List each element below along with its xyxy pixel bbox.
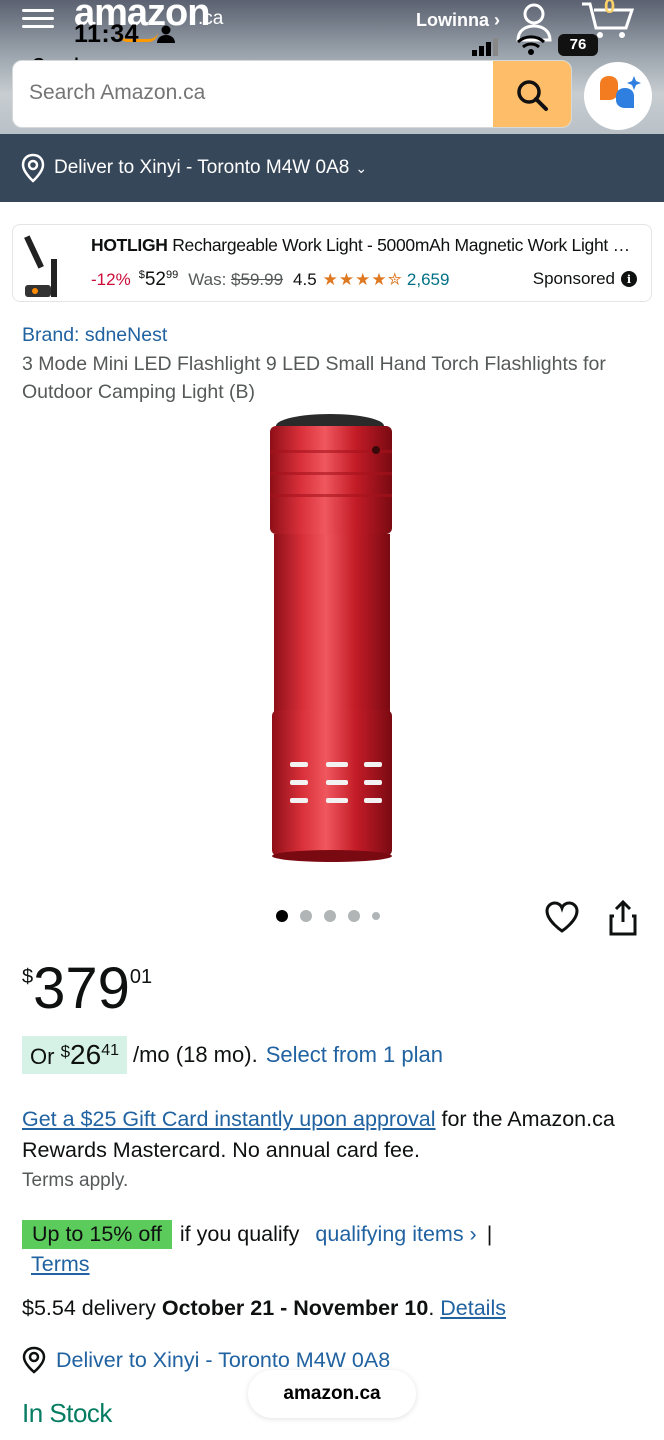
sponsored-title-text: Rechargeable Work Light - 5000mAh Magnet… — [167, 235, 639, 255]
sponsored-price-row: -12% $5299 Was: $59.99 4.5 ★★★★✮ 2,659 — [91, 269, 449, 291]
search-icon — [517, 80, 548, 111]
sponsored-title[interactable]: HOTLIGH Rechargeable Work Light - 5000mA… — [91, 235, 639, 256]
carousel-dot[interactable] — [324, 910, 336, 922]
sponsored-rating: 4.5 — [293, 270, 317, 289]
price-currency: $ — [22, 966, 34, 988]
rufus-assistant-button[interactable] — [584, 62, 652, 130]
chevron-down-icon: ⌄ — [355, 159, 368, 176]
battery-indicator: 76 — [558, 34, 598, 56]
sponsored-label: Sponsored — [532, 269, 615, 288]
monthly-currency: $ — [60, 1042, 71, 1061]
promo-badge: Up to 15% off — [22, 1220, 172, 1249]
promo-condition: if you qualify — [179, 1222, 300, 1246]
delivery-details-link[interactable]: Details — [440, 1296, 506, 1320]
monthly-payment: Or $26 41 /mo (18 mo). Select from 1 plan — [22, 1036, 443, 1074]
carousel-dot[interactable] — [300, 910, 312, 922]
sponsored-price: $5299 — [139, 269, 179, 291]
deliver-to-link-text: Deliver to Xinyi - Toronto M4W 0A8 — [56, 1347, 391, 1372]
star-rating-icon: ★★★★✮ — [322, 270, 403, 289]
carousel-dot[interactable] — [348, 910, 360, 922]
delivery-info: $5.54 delivery October 21 - November 10.… — [22, 1296, 506, 1321]
sponsored-price-whole: 52 — [144, 269, 166, 290]
qualifying-items-link[interactable]: qualifying items › — [315, 1222, 476, 1247]
stock-status: In Stock — [22, 1398, 112, 1428]
menu-icon[interactable] — [22, 4, 54, 34]
sponsored-brand: HOTLIGH — [91, 235, 168, 255]
search-input[interactable] — [29, 81, 489, 105]
gift-card-link[interactable]: Get a $25 Gift Card instantly upon appro… — [22, 1107, 436, 1131]
cart-count: 0 — [604, 0, 616, 18]
brand-link[interactable]: Brand: sdneNest — [22, 324, 167, 347]
wifi-icon — [516, 35, 546, 55]
info-icon[interactable]: i — [621, 271, 637, 287]
price-whole: 379 — [33, 956, 130, 1021]
promo-row: Up to 15% off if you qualify qualifying … — [22, 1220, 492, 1249]
sponsored-rating-count[interactable]: 2,659 — [407, 270, 450, 290]
monthly-fraction: 41 — [101, 1042, 119, 1059]
sponsored-price-fraction: 99 — [165, 269, 179, 281]
logo-suffix: .ca — [198, 8, 224, 29]
monthly-whole: 26 — [70, 1039, 102, 1070]
promo-separator: | — [486, 1222, 493, 1246]
sponsored-product-banner[interactable]: HOTLIGH Rechargeable Work Light - 5000mA… — [12, 224, 652, 302]
sponsored-tag[interactable]: Sponsored i — [533, 269, 637, 289]
monthly-price-highlight: Or $26 41 — [22, 1036, 127, 1074]
flashlight-product-image[interactable] — [250, 410, 410, 870]
browser-domain-pill[interactable]: amazon.ca — [248, 1370, 416, 1418]
select-plan-link[interactable]: Select from 1 plan — [266, 1042, 443, 1068]
location-pin-icon — [21, 153, 45, 183]
image-carousel-dots[interactable] — [276, 910, 380, 922]
wishlist-heart-icon[interactable] — [544, 900, 580, 934]
monthly-prefix: Or — [30, 1044, 61, 1069]
account-label[interactable]: Lowinna › — [416, 10, 500, 31]
deliver-to-text: Deliver to Xinyi - Toronto M4W 0A8 — [54, 157, 350, 178]
assistant-chat-icon — [600, 76, 641, 108]
deliver-to-bar[interactable]: Deliver to Xinyi - Toronto M4W 0A8 ⌄ — [0, 134, 664, 202]
search-bar[interactable] — [12, 60, 572, 128]
sponsored-was: Was: $59.99 — [188, 270, 283, 290]
sponsored-discount: -12% — [91, 270, 131, 289]
terms-apply-text: Terms apply. — [22, 1170, 129, 1191]
person-status-icon — [157, 25, 175, 43]
app-header: amazon .ca 11:34 Lowinna › 0 76 ◂ Google — [0, 0, 664, 134]
product-price: $ 379 01 — [22, 958, 152, 1020]
product-title: 3 Mode Mini LED Flashlight 9 LED Small H… — [22, 353, 606, 403]
work-light-thumbnail — [24, 235, 57, 297]
sponsored-was-label: Was: — [188, 270, 227, 289]
share-icon[interactable] — [608, 900, 638, 936]
sponsored-was-price: $59.99 — [231, 270, 284, 289]
price-fraction: 01 — [129, 966, 153, 988]
delivery-period: . — [428, 1296, 441, 1320]
carousel-dot[interactable] — [372, 912, 380, 920]
gift-card-offer: Get a $25 Gift Card instantly upon appro… — [22, 1104, 647, 1166]
search-button[interactable] — [493, 61, 571, 127]
location-pin-icon — [22, 1346, 46, 1374]
promo-terms-link[interactable]: Terms — [31, 1252, 90, 1277]
carousel-dot[interactable] — [276, 910, 288, 922]
cellular-signal-icon — [472, 38, 498, 56]
status-time: 11:34 — [74, 20, 140, 48]
monthly-terms: /mo (18 mo). — [132, 1042, 258, 1067]
delivery-dates: October 21 - November 10 — [161, 1296, 429, 1320]
delivery-prefix: $5.54 delivery — [22, 1296, 162, 1320]
